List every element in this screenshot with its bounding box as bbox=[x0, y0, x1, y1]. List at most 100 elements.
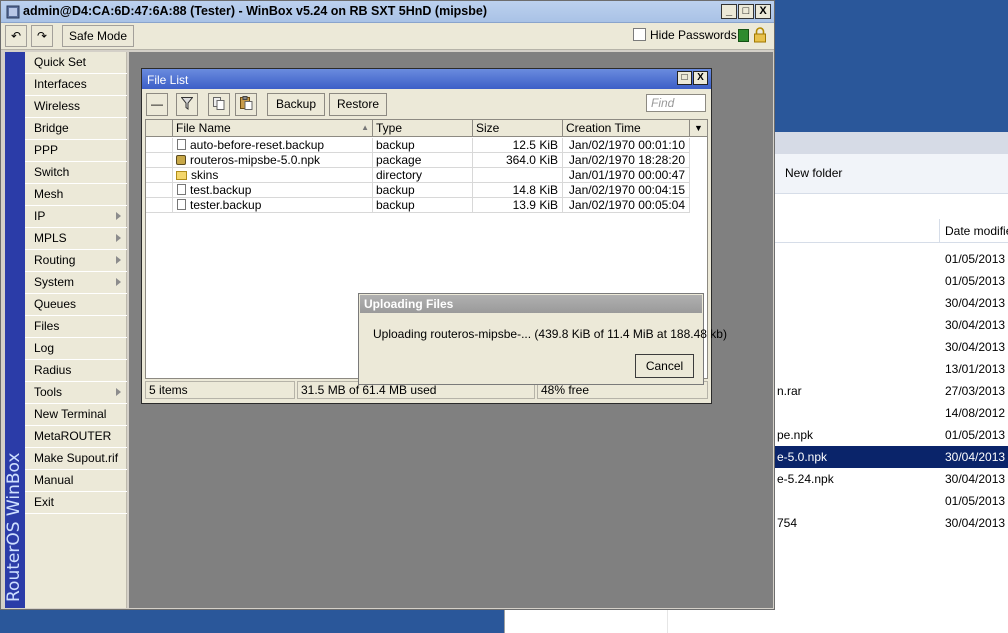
upload-dialog-title[interactable]: Uploading Files bbox=[360, 295, 702, 313]
hide-passwords-checkbox[interactable]: Hide Passwords bbox=[633, 28, 737, 42]
cell-file-name: skins bbox=[173, 168, 373, 183]
file-icon bbox=[177, 139, 186, 150]
menu-item-queues[interactable]: Queues bbox=[25, 294, 127, 316]
safe-mode-button[interactable]: Safe Mode bbox=[62, 25, 134, 47]
column-type[interactable]: Type bbox=[373, 120, 473, 137]
row-marker bbox=[146, 138, 173, 153]
explorer-date-modified: 01/05/2013 8 bbox=[945, 428, 1008, 442]
explorer-date-modified: 30/04/2013 9 bbox=[945, 296, 1008, 310]
filter-button[interactable] bbox=[176, 93, 198, 116]
menu-item-radius[interactable]: Radius bbox=[25, 360, 127, 382]
new-folder-button[interactable]: New folder bbox=[785, 166, 842, 180]
menu-item-manual[interactable]: Manual bbox=[25, 470, 127, 492]
date-modified-column[interactable]: Date modified bbox=[945, 224, 1008, 238]
upload-progress-text: Uploading routeros-mipsbe-... (439.8 KiB… bbox=[373, 327, 727, 341]
connection-status-indicator bbox=[738, 29, 749, 42]
menu-item-label: New Terminal bbox=[34, 407, 107, 421]
redo-button[interactable]: ↷ bbox=[31, 25, 53, 47]
menu-item-wireless[interactable]: Wireless bbox=[25, 96, 127, 118]
menu-item-system[interactable]: System bbox=[25, 272, 127, 294]
restore-window-button[interactable]: □ bbox=[677, 71, 692, 85]
cell-file-name: routeros-mipsbe-5.0.npk bbox=[173, 153, 373, 168]
table-row[interactable]: routeros-mipsbe-5.0.npk package 364.0 KiB J… bbox=[146, 153, 707, 168]
winbox-app-icon bbox=[6, 5, 20, 19]
explorer-date-modified: 30/04/2013 9 bbox=[945, 516, 1008, 530]
menu-item-label: IP bbox=[34, 209, 46, 223]
column-divider[interactable] bbox=[939, 219, 940, 243]
menu-item-exit[interactable]: Exit bbox=[25, 492, 127, 514]
table-row[interactable]: test.backup backup 14.8 KiB Jan/02/1970 00:… bbox=[146, 183, 707, 198]
paste-button[interactable] bbox=[235, 93, 257, 116]
column-creation-time[interactable]: Creation Time bbox=[563, 120, 690, 137]
winbox-window: admin@D4:CA:6D:47:6A:88 (Tester) - WinBo… bbox=[0, 0, 775, 610]
column-menu-icon[interactable]: ▼ bbox=[690, 120, 707, 137]
table-row[interactable]: auto-before-reset.backup backup 12.5 KiB Ja… bbox=[146, 138, 707, 153]
hide-passwords-label: Hide Passwords bbox=[650, 28, 737, 42]
lock-icon bbox=[754, 27, 766, 43]
menu-item-label: Interfaces bbox=[34, 77, 87, 91]
minimize-button[interactable]: _ bbox=[721, 4, 737, 19]
menu-item-make-supout-rif[interactable]: Make Supout.rif bbox=[25, 448, 127, 470]
menu-item-metarouter[interactable]: MetaROUTER bbox=[25, 426, 127, 448]
column-file-name[interactable]: File Name ▲ bbox=[173, 120, 373, 137]
menu-item-tools[interactable]: Tools bbox=[25, 382, 127, 404]
menu-item-new-terminal[interactable]: New Terminal bbox=[25, 404, 127, 426]
maximize-button[interactable]: □ bbox=[738, 4, 754, 19]
menu-item-label: Files bbox=[34, 319, 60, 333]
menu-item-mesh[interactable]: Mesh bbox=[25, 184, 127, 206]
backup-button[interactable]: Backup bbox=[267, 93, 325, 116]
menu-item-mpls[interactable]: MPLS bbox=[25, 228, 127, 250]
menu-item-label: Quick Set bbox=[34, 55, 87, 69]
close-button[interactable]: X bbox=[755, 4, 771, 19]
table-row[interactable]: tester.backup backup 13.9 KiB Jan/02/1970 0… bbox=[146, 198, 707, 213]
menu-item-switch[interactable]: Switch bbox=[25, 162, 127, 184]
row-marker-column bbox=[146, 120, 173, 137]
table-row[interactable]: skins directory Jan/01/1970 00:00:47 bbox=[146, 168, 707, 183]
title-bar[interactable]: admin@D4:CA:6D:47:6A:88 (Tester) - WinBo… bbox=[1, 1, 774, 23]
submenu-arrow-icon bbox=[116, 234, 121, 242]
close-window-button[interactable]: X bbox=[693, 71, 708, 85]
menu-item-routing[interactable]: Routing bbox=[25, 250, 127, 272]
cell-size: 13.9 KiB bbox=[473, 198, 563, 213]
explorer-date-modified: 30/04/2013 9 bbox=[945, 340, 1008, 354]
explorer-date-modified: 01/05/2013 9 bbox=[945, 274, 1008, 288]
menu-item-log[interactable]: Log bbox=[25, 338, 127, 360]
file-icon bbox=[177, 184, 186, 195]
brand-strip: RouterOS WinBox bbox=[5, 52, 25, 608]
find-input[interactable]: Find bbox=[646, 94, 706, 112]
main-toolbar: ↶ ↷ Safe Mode Hide Passwords bbox=[1, 23, 774, 50]
menu-item-ppp[interactable]: PPP bbox=[25, 140, 127, 162]
menu-item-interfaces[interactable]: Interfaces bbox=[25, 74, 127, 96]
checkbox-box[interactable] bbox=[633, 28, 646, 41]
explorer-date-modified: 30/04/2013 9 bbox=[945, 318, 1008, 332]
upload-dialog: Uploading Files Uploading routeros-mipsb… bbox=[358, 293, 727, 385]
explorer-file-name: pe.npk bbox=[777, 428, 814, 442]
menu-item-label: Switch bbox=[34, 165, 70, 179]
menu-item-label: Log bbox=[34, 341, 55, 355]
menu-item-bridge[interactable]: Bridge bbox=[25, 118, 127, 140]
menu-item-quick-set[interactable]: Quick Set bbox=[25, 52, 127, 74]
explorer-date-modified: 01/05/2013 8 bbox=[945, 494, 1008, 508]
remove-button[interactable]: — bbox=[146, 93, 168, 116]
menu-item-label: Bridge bbox=[34, 121, 69, 135]
submenu-arrow-icon bbox=[116, 256, 121, 264]
menu-item-ip[interactable]: IP bbox=[25, 206, 127, 228]
file-icon bbox=[177, 199, 186, 210]
copy-button[interactable] bbox=[208, 93, 230, 116]
menu-item-label: Exit bbox=[34, 495, 55, 509]
explorer-date-modified: 01/05/2013 8 bbox=[945, 252, 1008, 266]
sort-ascending-icon: ▲ bbox=[361, 123, 369, 132]
column-size[interactable]: Size bbox=[473, 120, 563, 137]
table-header: File Name ▲ Type Size Creation Time ▼ bbox=[146, 120, 707, 137]
row-marker bbox=[146, 168, 173, 183]
row-marker bbox=[146, 183, 173, 198]
file-list-titlebar[interactable]: File List □ X bbox=[142, 69, 711, 89]
menu-item-label: System bbox=[34, 275, 75, 289]
cancel-button[interactable]: Cancel bbox=[635, 354, 694, 378]
file-name: auto-before-reset.backup bbox=[190, 138, 325, 152]
explorer-file-name: e-5.24.npk bbox=[777, 472, 834, 486]
restore-button[interactable]: Restore bbox=[329, 93, 387, 116]
undo-button[interactable]: ↶ bbox=[5, 25, 27, 47]
menu-item-files[interactable]: Files bbox=[25, 316, 127, 338]
explorer-date-modified: 30/04/2013 1 bbox=[945, 472, 1008, 486]
